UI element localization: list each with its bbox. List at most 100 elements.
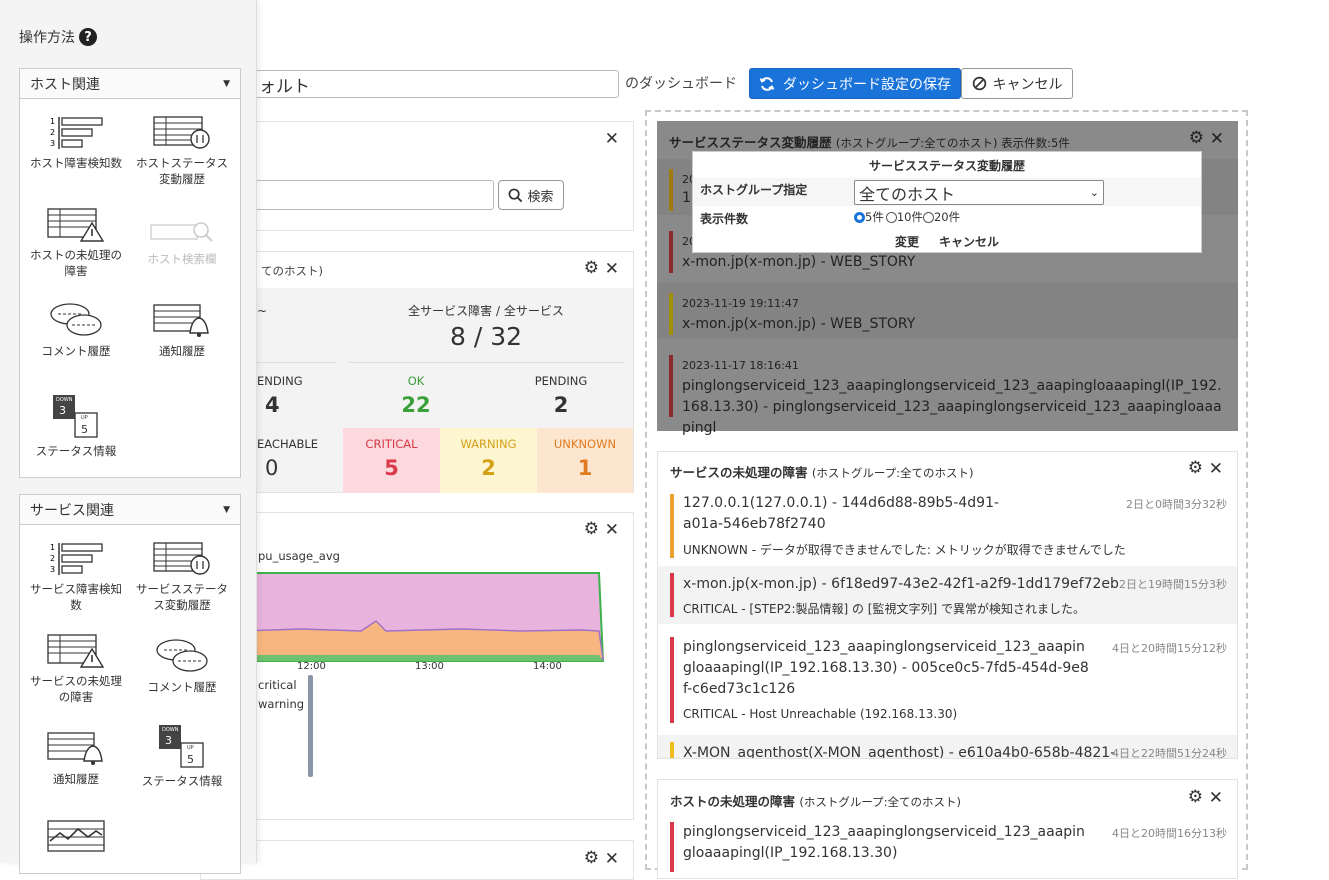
down-number: 3 (165, 734, 172, 747)
legend-critical: critical (258, 678, 297, 692)
popup-cancel-button[interactable]: キャンセル (939, 233, 999, 250)
svg-text:1: 1 (50, 117, 55, 126)
widget-status-info[interactable]: DOWN 3 UP 5 ステータス情報 (26, 393, 126, 459)
panel-subtitle: (ホストグループ:全てのホスト) (811, 466, 974, 480)
history-text: pinglongserviceid_123_aaapinglongservice… (682, 378, 1222, 436)
history-text: x-mon.jp(x-mon.jp) - WEB_STORY (682, 254, 916, 270)
radio-10[interactable] (885, 211, 897, 223)
panel-subtitle: (ホストグループ:全てのホスト) (799, 795, 962, 809)
widget-service-status-history[interactable]: サービスステータス変動履歴 (132, 541, 232, 613)
pending-value: 2 (553, 393, 569, 417)
cancel-button[interactable]: キャンセル (961, 68, 1073, 99)
issue-row[interactable]: pinglongserviceid_123_aaapinglongservice… (658, 630, 1237, 730)
panel-subtitle: (ホストグループ:全てのホスト) 表示件数:5件 (835, 136, 1070, 150)
issue-sub: UNKNOWN - データが取得できませんでした: メトリックが取得できませんで… (683, 543, 1126, 557)
critical-value: 5 (384, 456, 399, 480)
gear-icon[interactable]: ⚙ (1188, 460, 1203, 477)
widget-host-search: ホスト検索欄 (132, 217, 232, 267)
panel-title: サービスの未処理の障害 (670, 465, 808, 480)
host-group-header[interactable]: ホスト関連 ▼ (20, 69, 240, 99)
service-group-label: サービス関連 (30, 502, 114, 519)
widget-label: ホストの未処理の障害 (30, 248, 122, 278)
radio-5[interactable] (854, 211, 865, 223)
close-icon[interactable]: ✕ (605, 851, 619, 868)
issue-time: 4日と20時間15分12秒 (1112, 642, 1227, 655)
widget-label: コメント履歴 (147, 680, 217, 694)
up-text: UP (81, 415, 88, 421)
widget-comment-history[interactable]: コメント履歴 (26, 301, 126, 359)
search-button[interactable]: 検索 (498, 180, 564, 210)
close-icon[interactable]: ✕ (1209, 461, 1223, 478)
close-icon[interactable]: ✕ (1209, 790, 1223, 807)
panel-title: サービスステータス変動履歴 (669, 135, 832, 150)
scroll-bar[interactable] (308, 675, 313, 777)
radio-5-label: 5件 (865, 210, 884, 224)
widget-label: ステータス情報 (35, 444, 117, 458)
speech-bubbles-icon (50, 303, 102, 336)
widget-host-status-history[interactable]: ホストステータス変動履歴 (132, 115, 232, 187)
gear-icon[interactable]: ⚙ (584, 521, 599, 538)
down-number: 3 (59, 404, 66, 417)
issue-row[interactable]: 127.0.0.1(127.0.0.1) - 144d6d88-89b5-4d9… (658, 489, 1237, 563)
gear-icon[interactable]: ⚙ (1188, 789, 1203, 806)
close-icon[interactable]: ✕ (605, 522, 619, 539)
history-settings-popup: サービスステータス変動履歴 ホストグループ指定 全てのホスト ⌄ 表示件数 5件… (692, 151, 1202, 253)
widget-service-fault-count[interactable]: 1 2 3 サービス障害検知数 (26, 541, 126, 613)
table-refresh-icon (153, 542, 210, 575)
widget-host-fault-count[interactable]: 1 2 3 ホスト障害検知数 (26, 115, 126, 171)
table-bell-icon (47, 732, 103, 765)
panel-title: ホストの未処理の障害 (670, 794, 796, 809)
help-icon[interactable]: ? (79, 28, 97, 46)
status-counter-icon: DOWN 3 UP 5 (53, 395, 98, 438)
widget-label: サービスの未処理の障害 (30, 674, 122, 704)
widget-label: サービス障害検知数 (30, 582, 122, 612)
widget-notification-history[interactable]: 通知履歴 (132, 301, 232, 359)
close-icon[interactable]: ✕ (605, 261, 619, 278)
save-label: ダッシュボード設定の保存 (783, 76, 951, 93)
radio-20-label: 20件 (933, 210, 961, 224)
gear-icon[interactable]: ⚙ (584, 260, 599, 277)
hostgroup-select[interactable]: 全てのホスト ⌄ (854, 180, 1104, 205)
history-row[interactable]: 2023-11-19 19:11:47 x-mon.jp(x-mon.jp) -… (657, 283, 1238, 339)
radio-10-label: 10件 (896, 210, 923, 224)
host-group-label: ホスト関連 (30, 76, 100, 93)
widget-service-status-info[interactable]: DOWN 3 UP 5 ステータス情報 (132, 723, 232, 789)
down-text: DOWN (56, 397, 73, 403)
search-field-icon (150, 222, 213, 242)
widget-host-unresolved[interactable]: ホストの未処理の障害 (26, 207, 126, 279)
svg-text:1: 1 (50, 543, 55, 552)
save-dashboard-button[interactable]: ダッシュボード設定の保存 (749, 68, 961, 99)
widget-graph[interactable] (26, 819, 126, 859)
svg-text:2: 2 (50, 128, 55, 137)
host-pending-label: ENDING (257, 374, 303, 388)
popup-title: サービスステータス変動履歴 (868, 159, 1025, 173)
close-icon[interactable]: ✕ (1210, 131, 1224, 148)
unreachable-value: 0 (265, 456, 279, 480)
service-group-header[interactable]: サービス関連 ▼ (20, 495, 240, 525)
issue-row[interactable]: pinglongserviceid_123_aaapinglongservice… (658, 818, 1237, 878)
history-text: 1 (682, 190, 691, 206)
issue-main: pinglongserviceid_123_aaapinglongservice… (683, 824, 1085, 861)
search-input[interactable] (241, 180, 494, 210)
issue-row[interactable]: X-MON_agenthost(X-MON_agenthost) - e610a… (658, 735, 1237, 758)
hostgroup-select-value: 全てのホスト (859, 184, 956, 204)
issue-row[interactable]: x-mon.jp(x-mon.jp) - 6f18ed97-43e2-42f1-… (658, 566, 1237, 624)
widget-service-unresolved[interactable]: サービスの未処理の障害 (26, 633, 126, 705)
widget-service-notification-history[interactable]: 通知履歴 (26, 729, 126, 787)
apply-button[interactable]: 変更 (895, 233, 919, 250)
dashboard-name-input[interactable]: ォルト (250, 70, 619, 98)
hostgroup-label: ホストグループ指定 (700, 183, 808, 197)
search-icon (509, 188, 523, 202)
service-issues-panel: サービスの未処理の障害 (ホストグループ:全てのホスト) ⚙ ✕ 127.0.0… (657, 451, 1238, 759)
gear-icon[interactable]: ⚙ (1189, 130, 1204, 147)
down-text: DOWN (162, 727, 179, 733)
area-chart (241, 572, 605, 662)
gear-icon[interactable]: ⚙ (584, 850, 599, 867)
radio-20[interactable] (922, 211, 934, 223)
close-icon[interactable]: ✕ (605, 131, 619, 148)
cancel-label: キャンセル (992, 76, 1063, 93)
widget-service-comment-history[interactable]: コメント履歴 (132, 637, 232, 695)
widget-label: ホストステータス変動履歴 (136, 156, 228, 186)
history-row[interactable]: 2023-11-17 18:16:41 pinglongserviceid_12… (657, 345, 1238, 436)
ranked-list-icon: 1 2 3 (50, 543, 103, 575)
